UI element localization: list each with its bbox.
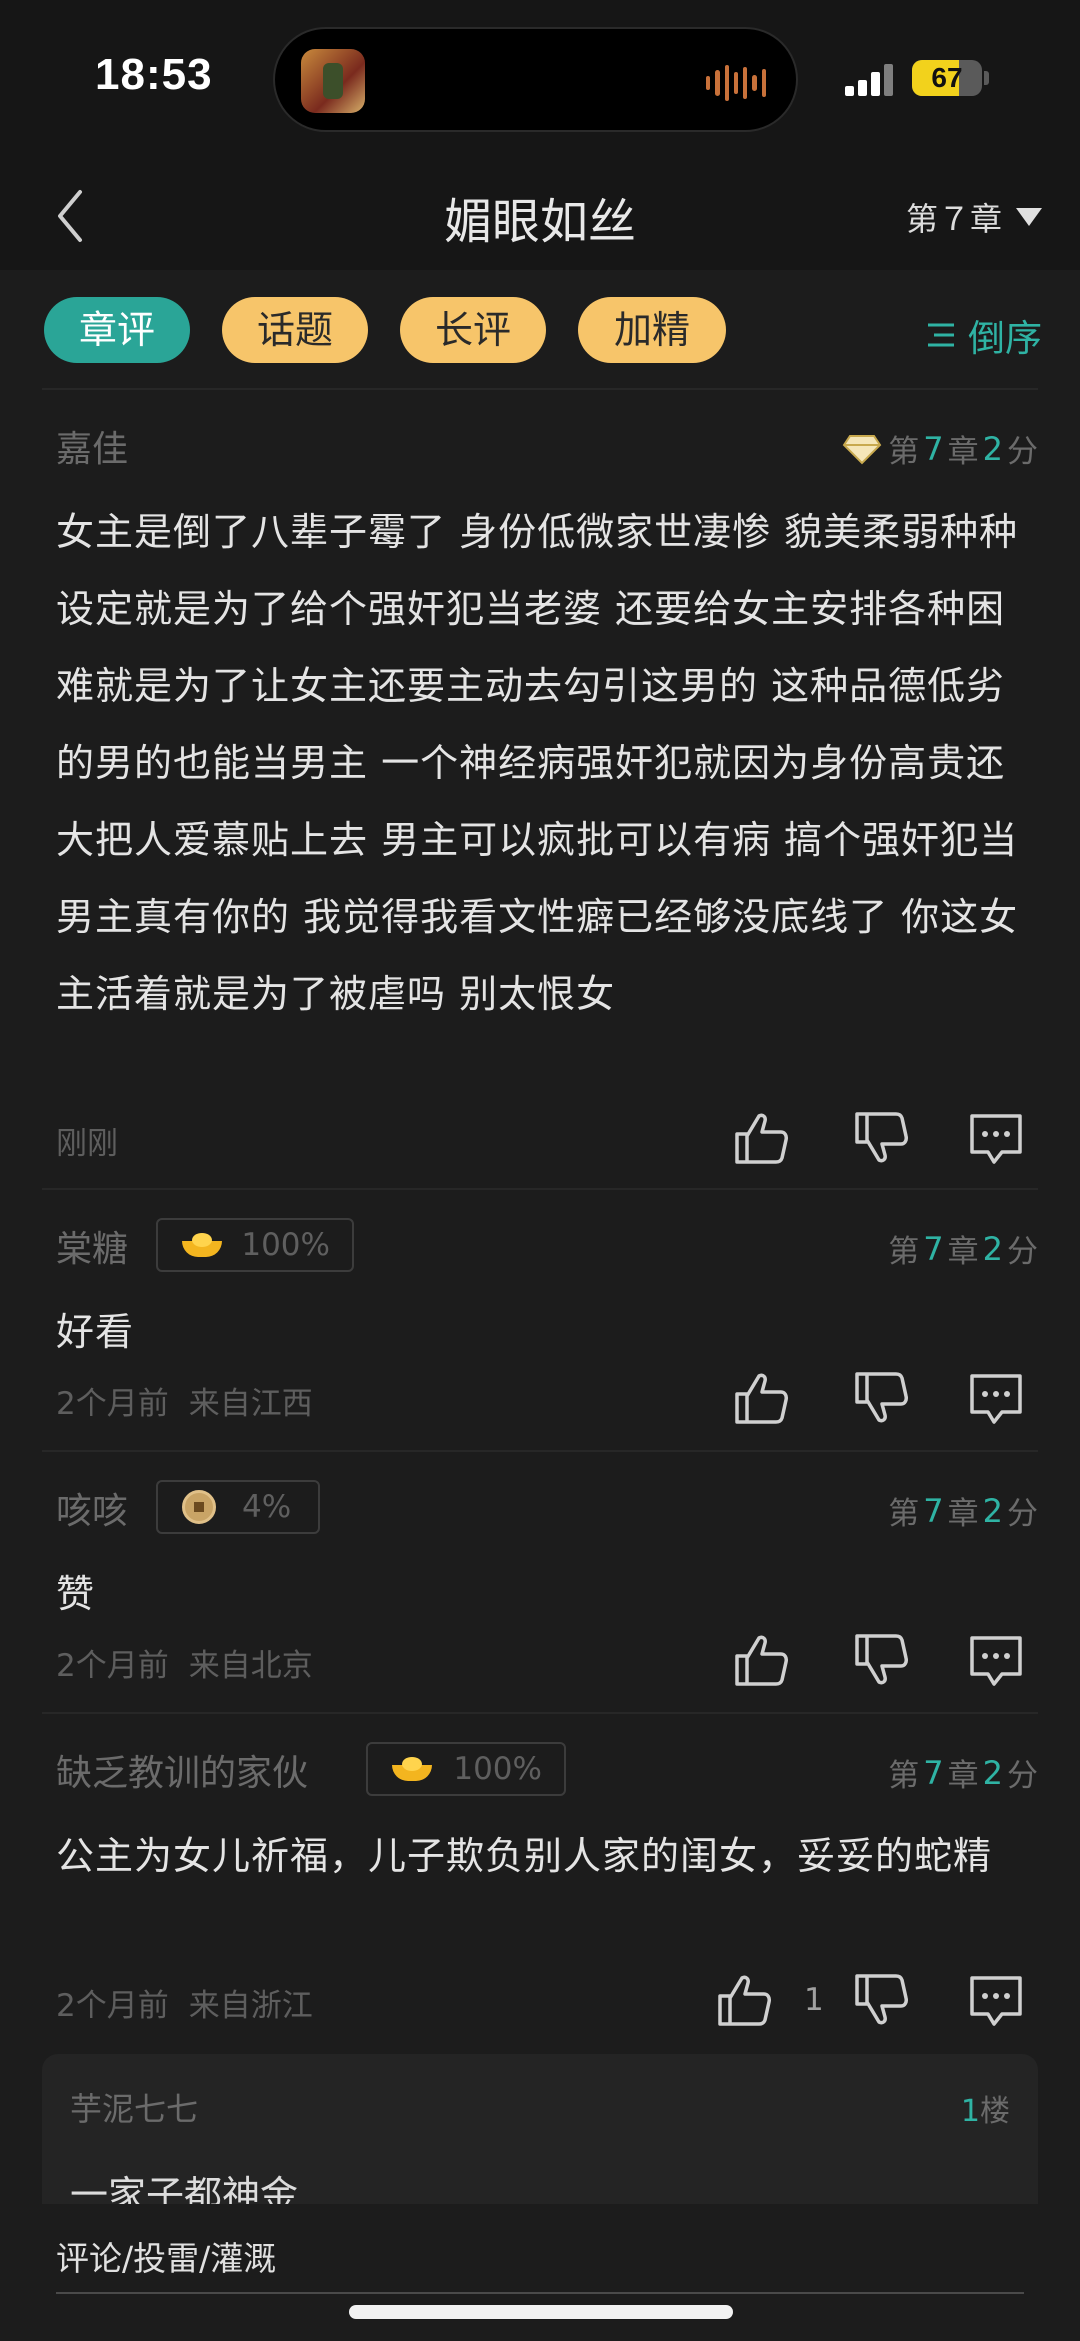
meta-chapter: 7 <box>923 1491 944 1530</box>
meta-suffix: 分 <box>1007 1758 1038 1794</box>
comment-body: 好看 <box>56 1310 135 1354</box>
divider <box>42 1188 1038 1190</box>
like-count: 1 <box>804 1982 824 2018</box>
fan-level-badge: 4% <box>156 1480 320 1534</box>
meta-mid: 章 <box>947 1496 979 1532</box>
reply-icon[interactable] <box>966 1368 1026 1428</box>
battery-tip <box>984 71 989 85</box>
reply-icon[interactable] <box>966 1108 1026 1168</box>
input-underline <box>56 2292 1024 2294</box>
fan-level-value: 4% <box>242 1489 292 1525</box>
meta-mid: 章 <box>947 1234 979 1270</box>
meta-chapter: 7 <box>923 1229 944 1268</box>
comment-footer: 2个月前 来自江西 <box>56 1378 313 1423</box>
meta-score: 2 <box>982 1491 1003 1530</box>
reply-floor-label: 楼 <box>980 2094 1010 2129</box>
meta-prefix: 第 <box>888 434 920 470</box>
divider <box>42 1712 1038 1714</box>
comment-time: 2个月前 <box>56 1988 169 2024</box>
thumbs-down-icon[interactable] <box>851 1108 911 1168</box>
battery-percent: 67 <box>931 62 963 93</box>
tab-featured[interactable]: 加精 <box>578 297 726 363</box>
comment-time: 2个月前 <box>56 1648 169 1684</box>
sort-button[interactable]: 倒序 <box>926 308 1042 362</box>
status-bar: 18:53 67 <box>0 0 1080 160</box>
tab-topics[interactable]: 话题 <box>222 297 368 363</box>
meta-prefix: 第 <box>888 1758 920 1794</box>
tab-chapter-comments[interactable]: 章评 <box>44 297 190 363</box>
thumbs-up-icon[interactable] <box>714 1970 774 2030</box>
comment-author[interactable]: 嘉佳 <box>56 420 128 472</box>
dynamic-island[interactable] <box>273 27 798 132</box>
comment-time: 刚刚 <box>56 1126 118 1162</box>
comment-footer: 2个月前 来自浙江 <box>56 1980 313 2025</box>
divider <box>42 388 1038 390</box>
comment-chapter-score: 第 7 章 2 分 <box>842 426 1038 471</box>
meta-suffix: 分 <box>1007 434 1038 470</box>
comment-chapter-score: 第 7 章 2 分 <box>888 1750 1038 1795</box>
copper-coin-icon <box>182 1490 216 1524</box>
comment-body: 女主是倒了八辈子霉了 身份低微家世凄惨 貌美柔弱种种设定就是为了给个强奸犯当老婆… <box>56 510 1019 1016</box>
meta-suffix: 分 <box>1007 1496 1038 1532</box>
reply-floor: 1楼 <box>961 2086 1010 2130</box>
reply-icon[interactable] <box>966 1630 1026 1690</box>
comment-author[interactable]: 咳咳 <box>56 1482 128 1534</box>
comment-footer: 刚刚 <box>56 1118 118 1163</box>
divider <box>42 1450 1038 1452</box>
nav-bar: 媚眼如丝 第７章 <box>0 160 1080 270</box>
comment-location: 来自江西 <box>188 1386 313 1422</box>
fan-level-badge: 100% <box>366 1742 566 1796</box>
signal-icon <box>845 62 897 96</box>
meta-chapter: 7 <box>923 429 944 468</box>
gold-ingot-icon <box>392 1757 433 1781</box>
meta-prefix: 第 <box>888 1496 920 1532</box>
status-time: 18:53 <box>95 50 213 99</box>
fan-level-badge: 100% <box>156 1218 354 1272</box>
comment-footer: 2个月前 来自北京 <box>56 1640 313 1685</box>
fan-level-value: 100% <box>453 1751 542 1787</box>
bottom-input-bar: 评论/投雷/灌溉 <box>0 2204 1080 2341</box>
thumbs-down-icon[interactable] <box>851 1368 911 1428</box>
meta-score: 2 <box>982 1753 1003 1792</box>
meta-suffix: 分 <box>1007 1234 1038 1270</box>
battery-icon: 67 <box>912 60 982 96</box>
comment-author[interactable]: 缺乏教训的家伙 <box>56 1744 308 1796</box>
diamond-icon <box>842 434 882 464</box>
thumbs-down-icon[interactable] <box>851 1970 911 2030</box>
filter-bar: 章评 话题 长评 加精 倒序 <box>0 270 1080 390</box>
now-playing-artwork <box>301 49 365 113</box>
comment-body: 公主为女儿祈福，儿子欺负别人家的闺女，妥妥的蛇精 <box>56 1834 993 1878</box>
thumbs-up-icon[interactable] <box>731 1108 791 1168</box>
meta-mid: 章 <box>947 434 979 470</box>
sort-label: 倒序 <box>968 317 1042 360</box>
meta-score: 2 <box>982 429 1003 468</box>
meta-chapter: 7 <box>923 1753 944 1792</box>
comment-author[interactable]: 棠糖 <box>56 1220 128 1272</box>
thumbs-up-icon[interactable] <box>731 1368 791 1428</box>
comment-chapter-score: 第 7 章 2 分 <box>888 1488 1038 1533</box>
fan-level-value: 100% <box>241 1227 330 1263</box>
comment-location: 来自北京 <box>188 1648 313 1684</box>
chapter-label: 第７章 <box>905 200 1002 238</box>
comment-chapter-score: 第 7 章 2 分 <box>888 1226 1038 1271</box>
reply-floor-number: 1 <box>960 2094 980 2129</box>
thumbs-down-icon[interactable] <box>851 1630 911 1690</box>
meta-mid: 章 <box>947 1758 979 1794</box>
tab-long-reviews[interactable]: 长评 <box>400 297 546 363</box>
meta-score: 2 <box>982 1229 1003 1268</box>
comment-location: 来自浙江 <box>188 1988 313 2024</box>
reply-icon[interactable] <box>966 1970 1026 2030</box>
caret-down-icon <box>1016 208 1042 226</box>
thumbs-up-icon[interactable] <box>731 1630 791 1690</box>
home-indicator[interactable] <box>349 2305 733 2319</box>
reply-author[interactable]: 芋泥七七 <box>70 2084 198 2130</box>
comment-body: 赞 <box>56 1572 96 1616</box>
comment-input[interactable]: 评论/投雷/灌溉 <box>56 2232 276 2280</box>
comment-time: 2个月前 <box>56 1386 169 1422</box>
chapter-dropdown[interactable]: 第７章 <box>906 192 1042 242</box>
meta-prefix: 第 <box>888 1234 920 1270</box>
sort-icon <box>928 323 954 347</box>
audio-waveform-icon <box>706 65 766 101</box>
gold-ingot-icon <box>182 1233 223 1257</box>
